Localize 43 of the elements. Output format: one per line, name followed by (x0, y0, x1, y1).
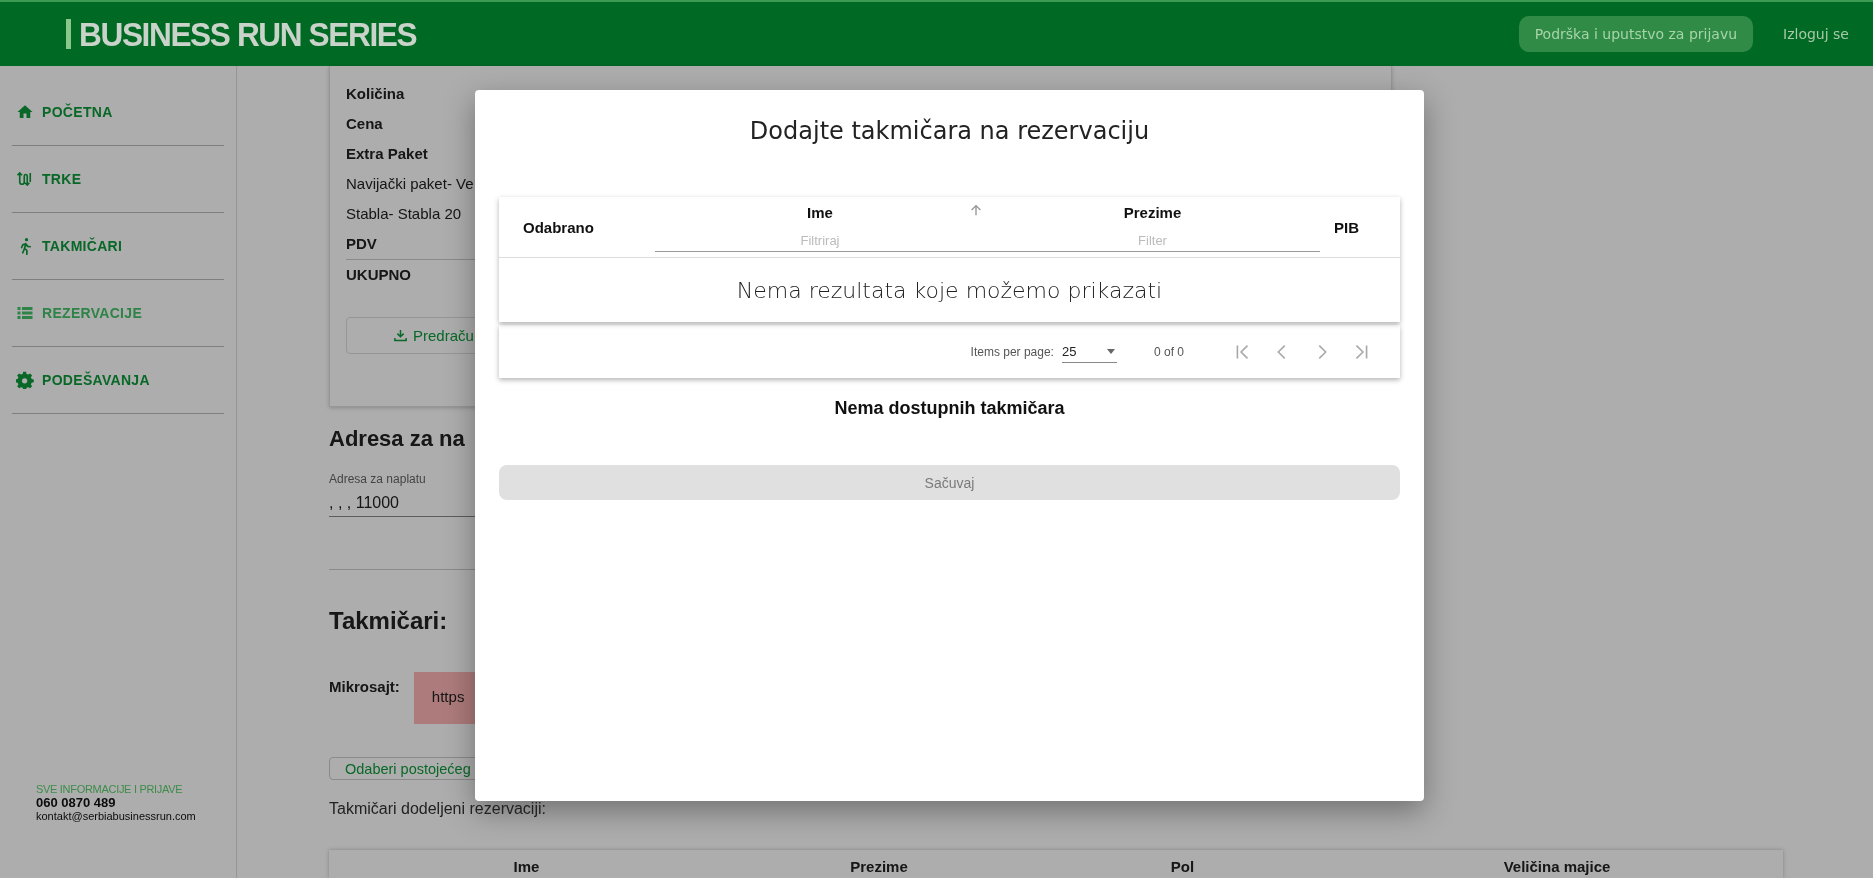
column-header[interactable]: Ime (807, 204, 833, 221)
logo-bar (66, 19, 71, 49)
filter-field[interactable]: Filter (985, 229, 1320, 252)
route-arrows-icon (16, 170, 34, 188)
sidebar-item[interactable]: REZERVACIJE (12, 280, 224, 347)
extra-package-item: Stabla- Stabla 20 (346, 204, 462, 224)
summary-label: Cena (346, 114, 383, 134)
empty-table-message: Nema rezultata koje možemo prikazati (499, 257, 1400, 322)
column-header[interactable]: Odabrano (523, 218, 655, 236)
summary-label: Količina (346, 84, 405, 104)
page-size-select[interactable]: 25 (1061, 340, 1117, 363)
section-heading: Adresa za na (329, 425, 465, 453)
summary-label: Extra Paket (346, 144, 428, 164)
sidebar-item[interactable]: TRKE (12, 146, 224, 213)
column-header: Ime (512, 858, 541, 878)
column-header: Veličina majice (1502, 858, 1612, 878)
filter-field[interactable]: Filtriraj (655, 229, 985, 252)
page-range: 0 of 0 (1153, 344, 1184, 359)
contact-email: kontakt@serbiabusinessrun.com (36, 810, 196, 822)
summary-label: PDV (346, 234, 377, 254)
home-icon (16, 103, 34, 121)
logo: BUSINESS RUN SERIES (79, 14, 417, 54)
sidebar-item[interactable]: POČETNA (12, 79, 224, 146)
section-heading: Takmičari: (329, 606, 448, 636)
support-button[interactable]: Podrška i uputstvo za prijavu (1518, 16, 1754, 52)
column-header: Prezime (849, 858, 909, 878)
column-header[interactable]: PIB (1334, 218, 1400, 236)
contact-phone: 060 0870 489 (36, 795, 116, 810)
logout-link[interactable]: Izloguj se (1783, 26, 1849, 42)
sidebar-item[interactable]: TAKMIČARI (12, 213, 224, 280)
column-header[interactable]: Prezime (1123, 204, 1182, 221)
microsite-label: Mikrosajt: (329, 678, 400, 697)
gear-icon (16, 371, 34, 389)
dialog-title: Dodajte takmičara na rezervaciju (748, 116, 1151, 146)
contact-heading: SVE INFORMACIJE I PRIJAVE (36, 783, 183, 795)
column-header: Pol (1169, 858, 1196, 878)
no-competitors-message: Nema dostupnih takmičara (833, 398, 1066, 419)
extra-package-item: Navijački paket- Ve (346, 174, 474, 194)
list-icon (16, 304, 34, 322)
download-icon (393, 328, 408, 343)
assigned-competitors-label: Takmičari dodeljeni rezervaciji: (329, 800, 546, 819)
items-per-page-label: Items per page: (970, 344, 1054, 359)
sidebar-item[interactable]: PODEŠAVANJA (12, 347, 224, 414)
